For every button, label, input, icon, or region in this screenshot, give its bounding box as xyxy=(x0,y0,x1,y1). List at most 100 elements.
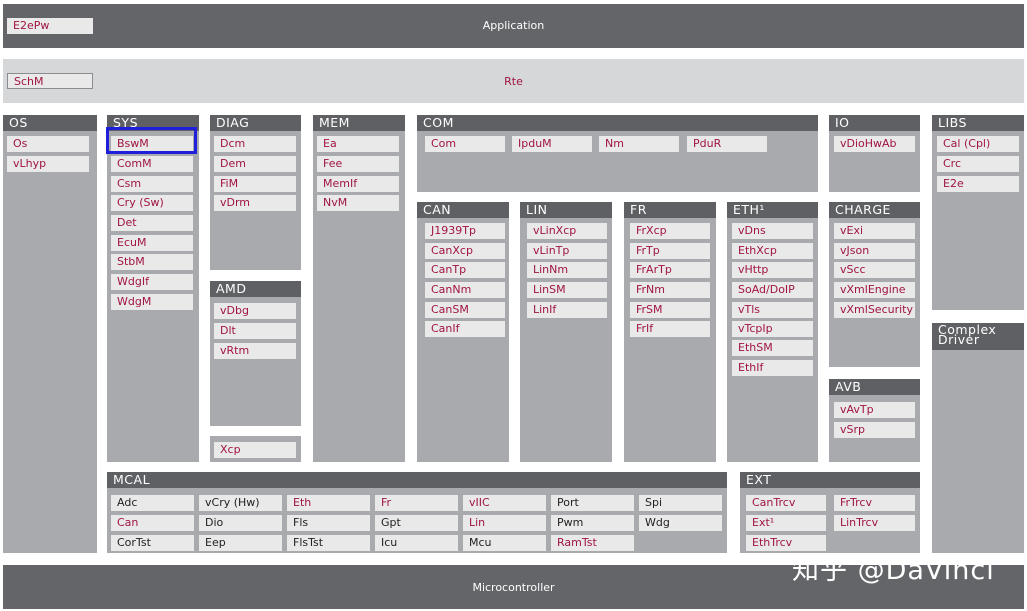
fee-module[interactable]: Fee xyxy=(317,156,399,172)
mcal-module-ramtst[interactable]: RamTst xyxy=(551,535,634,551)
mcal-module-fls[interactable]: Fls xyxy=(287,515,370,531)
frtrcv-module[interactable]: FrTrcv xyxy=(834,495,915,511)
frartp-module[interactable]: FrArTp xyxy=(630,262,710,278)
diag-header: DIAG xyxy=(210,115,301,131)
com-header: COM xyxy=(417,115,818,131)
vhttp-module[interactable]: vHttp xyxy=(732,262,813,278)
cal-cpl-module[interactable]: Cal (Cpl) xyxy=(937,136,1019,152)
j1939tp-module[interactable]: J1939Tp xyxy=(425,223,505,239)
ethxcp-module[interactable]: EthXcp xyxy=(732,243,813,259)
mcal-module-spi[interactable]: Spi xyxy=(639,495,722,511)
ipdum-module[interactable]: IpduM xyxy=(512,136,592,152)
vdns-module[interactable]: vDns xyxy=(732,223,813,239)
mcal-module-fr[interactable]: Fr xyxy=(375,495,458,511)
nvm-module[interactable]: NvM xyxy=(317,195,399,211)
cantp-module[interactable]: CanTp xyxy=(425,262,505,278)
vxmlsecurity-module[interactable]: vXmlSecurity xyxy=(834,302,915,318)
mcal-module-pwm[interactable]: Pwm xyxy=(551,515,634,531)
fr-header: FR xyxy=(624,202,716,218)
avb-header: AVB xyxy=(829,379,920,395)
canif-module[interactable]: CanIf xyxy=(425,321,505,337)
comm-module[interactable]: ComM xyxy=(111,156,193,172)
ethsm-module[interactable]: EthSM xyxy=(732,340,813,356)
ext1-module[interactable]: Ext¹ xyxy=(746,515,826,531)
rte-layer: Rte SchM xyxy=(3,59,1024,103)
canxcp-module[interactable]: CanXcp xyxy=(425,243,505,259)
mcal-module-eth[interactable]: Eth xyxy=(287,495,370,511)
ecum-module[interactable]: EcuM xyxy=(111,235,193,251)
vsrp-module[interactable]: vSrp xyxy=(834,422,915,438)
frnm-module[interactable]: FrNm xyxy=(630,282,710,298)
mcal-module-flstst[interactable]: FlsTst xyxy=(287,535,370,551)
dem-module[interactable]: Dem xyxy=(214,156,296,172)
nm-module[interactable]: Nm xyxy=(599,136,679,152)
vxmlengine-module[interactable]: vXmlEngine xyxy=(834,282,915,298)
amd-header: AMD xyxy=(210,281,301,297)
eth-header: ETH¹ xyxy=(727,202,818,218)
stbm-module[interactable]: StbM xyxy=(111,254,193,270)
linif-module[interactable]: LinIf xyxy=(527,302,607,318)
vlhyp-module[interactable]: vLhyp xyxy=(7,156,89,172)
vtcpip-module[interactable]: vTcpIp xyxy=(732,321,813,337)
wdgif-module[interactable]: WdgIf xyxy=(111,274,193,290)
fim-module[interactable]: FiM xyxy=(214,176,296,192)
mcal-module-adc[interactable]: Adc xyxy=(111,495,194,511)
mcal-module-icu[interactable]: Icu xyxy=(375,535,458,551)
dcm-module[interactable]: Dcm xyxy=(214,136,296,152)
dlt-module[interactable]: Dlt xyxy=(214,323,296,339)
mcal-module-eep[interactable]: Eep xyxy=(199,535,282,551)
cansm-module[interactable]: CanSM xyxy=(425,302,505,318)
os-module[interactable]: Os xyxy=(7,136,89,152)
pdur-module[interactable]: PduR xyxy=(687,136,767,152)
xcp-module[interactable]: Xcp xyxy=(214,442,296,458)
e2epw-module[interactable]: E2ePw xyxy=(7,18,93,34)
e2e-module[interactable]: E2e xyxy=(937,176,1019,192)
frif-module[interactable]: FrIf xyxy=(630,321,710,337)
cannm-module[interactable]: CanNm xyxy=(425,282,505,298)
frtp-module[interactable]: FrTp xyxy=(630,243,710,259)
crc-module[interactable]: Crc xyxy=(937,156,1019,172)
memif-module[interactable]: MemIf xyxy=(317,176,399,192)
ethif-module[interactable]: EthIf xyxy=(732,360,813,376)
csm-module[interactable]: Csm xyxy=(111,176,193,192)
wdgm-module[interactable]: WdgM xyxy=(111,294,193,310)
vrtm-module[interactable]: vRtm xyxy=(214,343,296,359)
linsm-module[interactable]: LinSM xyxy=(527,282,607,298)
vdrm-module[interactable]: vDrm xyxy=(214,195,296,211)
cry-sw-module[interactable]: Cry (Sw) xyxy=(111,195,193,211)
vtls-module[interactable]: vTls xyxy=(732,302,813,318)
det-module[interactable]: Det xyxy=(111,215,193,231)
lintrcv-module[interactable]: LinTrcv xyxy=(834,515,915,531)
mcal-module-mcu[interactable]: Mcu xyxy=(463,535,546,551)
schm-module[interactable]: SchM xyxy=(7,73,93,89)
mcal-module-viic[interactable]: vIIC xyxy=(463,495,546,511)
mcal-module-wdg[interactable]: Wdg xyxy=(639,515,722,531)
com-module[interactable]: Com xyxy=(425,136,505,152)
vjson-module[interactable]: vJson xyxy=(834,243,915,259)
mcal-module-cortst[interactable]: CorTst xyxy=(111,535,194,551)
ext-header: EXT xyxy=(740,472,920,488)
mem-header: MEM xyxy=(313,115,405,131)
vlintp-module[interactable]: vLinTp xyxy=(527,243,607,259)
vscc-module[interactable]: vScc xyxy=(834,262,915,278)
vavtp-module[interactable]: vAvTp xyxy=(834,402,915,418)
mcal-module-can[interactable]: Can xyxy=(111,515,194,531)
cantrcv-module[interactable]: CanTrcv xyxy=(746,495,826,511)
vlinxcp-module[interactable]: vLinXcp xyxy=(527,223,607,239)
frsm-module[interactable]: FrSM xyxy=(630,302,710,318)
linnm-module[interactable]: LinNm xyxy=(527,262,607,278)
vexi-module[interactable]: vExi xyxy=(834,223,915,239)
mcal-module-gpt[interactable]: Gpt xyxy=(375,515,458,531)
mcal-module-vcry-hw[interactable]: vCry (Hw) xyxy=(199,495,282,511)
mcal-module-port[interactable]: Port xyxy=(551,495,634,511)
application-label: Application xyxy=(482,19,545,32)
vdbg-module[interactable]: vDbg xyxy=(214,303,296,319)
complex-driver-stack xyxy=(932,323,1024,553)
soad-doip-module[interactable]: SoAd/DoIP xyxy=(732,282,813,298)
lin-stack xyxy=(520,202,612,462)
mcal-module-dio[interactable]: Dio xyxy=(199,515,282,531)
vdiohwab-module[interactable]: vDioHwAb xyxy=(834,136,915,152)
mcal-module-lin[interactable]: Lin xyxy=(463,515,546,531)
frxcp-module[interactable]: FrXcp xyxy=(630,223,710,239)
ea-module[interactable]: Ea xyxy=(317,136,399,152)
